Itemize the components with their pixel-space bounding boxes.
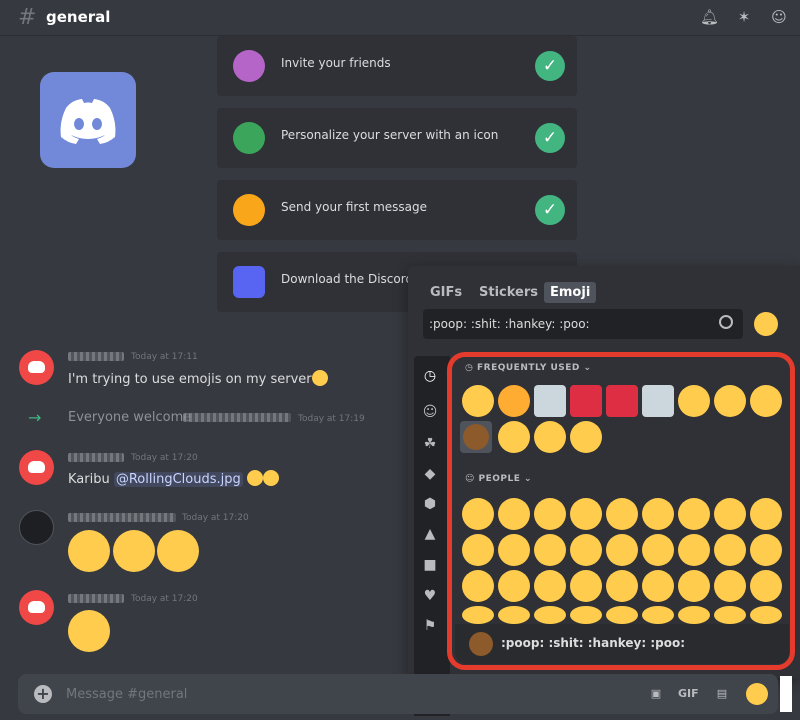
attach-plus-icon[interactable]: + — [34, 685, 52, 703]
gif-button[interactable]: GIF — [678, 684, 699, 704]
username-blurred[interactable] — [68, 594, 124, 603]
emoji-button-icon[interactable] — [746, 683, 768, 705]
recent-clock-icon[interactable]: ◷ — [420, 366, 440, 386]
avatar[interactable] — [19, 350, 54, 385]
tab-stickers[interactable]: Stickers — [473, 282, 544, 303]
timestamp: Today at 17:19 — [298, 414, 365, 424]
grinning-squint-emoji-icon — [311, 370, 328, 386]
card-label: Personalize your server with an icon — [281, 128, 499, 142]
symbols-heart-icon[interactable]: ♥ — [420, 586, 440, 606]
message-bot-icon — [233, 194, 265, 226]
members-icon[interactable]: ☺ — [770, 8, 788, 26]
flags-icon[interactable]: ⚑ — [420, 616, 440, 636]
no-mouth-emoji-icon — [113, 530, 155, 572]
scrollbar[interactable] — [780, 676, 792, 712]
username-blurred[interactable] — [68, 513, 176, 522]
smile-emoji-icon — [262, 470, 279, 486]
message-body: I'm trying to use emojis on my server — [68, 372, 312, 387]
search-icon[interactable] — [719, 315, 733, 329]
username-blurred[interactable] — [183, 413, 291, 422]
card-label: Send your first message — [281, 200, 428, 214]
message-text: I'm trying to use emojis on my server — [68, 370, 328, 387]
card-invite-friends[interactable]: Invite your friends ✓ — [217, 36, 577, 96]
tab-emoji[interactable]: Emoji — [544, 282, 597, 303]
user-mention[interactable]: @RollingClouds.jpg — [113, 472, 243, 487]
card-label: Download the Discord A — [281, 272, 426, 286]
emoji-search-input[interactable] — [429, 314, 699, 334]
pin-icon[interactable]: ✶ — [735, 8, 753, 26]
emoji-preview-footer: :poop: :shit: :hankey: :poo: — [455, 624, 789, 664]
card-personalize-server[interactable]: Personalize your server with an icon ✓ — [217, 108, 577, 168]
people-smiley-icon[interactable]: ☺ — [420, 402, 440, 422]
avatar[interactable] — [19, 510, 54, 545]
discord-logo-icon — [60, 99, 116, 144]
download-app-icon — [233, 266, 265, 298]
halo-smile-emoji-icon — [246, 470, 263, 486]
message-text: Karibu @RollingClouds.jpg — [68, 470, 279, 487]
invite-friends-icon — [233, 50, 265, 82]
nature-leaf-icon[interactable]: ☘ — [420, 434, 440, 454]
star-struck-emoji-icon — [68, 530, 110, 572]
emoji-preview-name: :poop: :shit: :hankey: :poo: — [501, 636, 686, 650]
username-blurred[interactable] — [68, 352, 124, 361]
username-blurred[interactable] — [68, 453, 124, 462]
timestamp: Today at 17:20 — [131, 453, 198, 463]
discord-avatar-icon — [28, 601, 45, 613]
message-body: Karibu — [68, 472, 114, 487]
channel-name: general — [46, 8, 111, 26]
message-input[interactable] — [66, 682, 586, 706]
brush-icon — [233, 122, 265, 154]
tab-gifs[interactable]: GIFs — [424, 282, 468, 303]
channel-header: # general 🔔︎ ✶ ☺ — [0, 0, 800, 36]
discord-logo — [40, 72, 136, 168]
avatar[interactable] — [19, 450, 54, 485]
objects-cup-icon[interactable]: ■ — [420, 555, 440, 575]
food-icon[interactable]: ◆ — [420, 464, 440, 484]
message-composer: + ▣ GIF ▤ — [18, 674, 778, 714]
discord-avatar-icon — [28, 461, 45, 473]
timestamp: Today at 17:20 — [182, 513, 249, 523]
neutral-face-emoji-icon — [157, 530, 199, 572]
check-icon: ✓ — [535, 51, 565, 81]
channel-hash-icon: # — [18, 5, 37, 30]
poop-emoji-icon — [469, 632, 493, 656]
travel-icon[interactable]: ▲ — [420, 524, 440, 544]
bell-icon[interactable]: 🔔︎ — [700, 8, 719, 26]
activities-gamepad-icon[interactable]: ⬢ — [420, 494, 440, 514]
clapping-hands-emoji-icon[interactable] — [754, 312, 778, 336]
check-icon: ✓ — [535, 195, 565, 225]
timestamp: Today at 17:20 — [131, 594, 198, 604]
join-message: Everyone welcome — [68, 410, 192, 425]
discord-avatar-icon — [28, 361, 45, 373]
card-label: Invite your friends — [281, 56, 391, 70]
emoji-search[interactable] — [423, 309, 743, 339]
card-first-message[interactable]: Send your first message ✓ — [217, 180, 577, 240]
check-icon: ✓ — [535, 123, 565, 153]
avatar[interactable] — [19, 590, 54, 625]
join-arrow-icon: → — [28, 408, 42, 427]
timestamp: Today at 17:11 — [131, 352, 198, 362]
sticker-icon[interactable]: ▤ — [712, 684, 732, 704]
highlight-box — [447, 352, 795, 670]
discord-window: # general 🔔︎ ✶ ☺ Invite your friends ✓ P… — [0, 0, 800, 720]
gift-icon[interactable]: ▣ — [646, 684, 666, 704]
winking-tongue-emoji-icon — [68, 610, 110, 652]
